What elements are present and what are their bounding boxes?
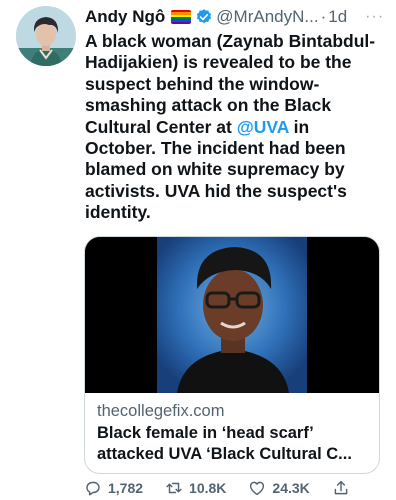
avatar[interactable] (16, 6, 76, 66)
timestamp[interactable]: 1d (328, 7, 347, 27)
card-image (85, 237, 379, 393)
verified-badge-icon (195, 8, 213, 26)
rainbow-flag-icon (171, 10, 192, 24)
more-options-icon[interactable]: ··· (365, 8, 384, 26)
retweet-button[interactable]: 10.8K (165, 479, 226, 497)
retweet-count: 10.8K (189, 480, 227, 496)
reply-count: 1,782 (108, 480, 144, 496)
tweet-header: Andy Ngô @MrAndyN... · 1d ··· (85, 6, 390, 28)
tweet-text: A black woman (Zaynab Bintabdul-Hadijaki… (85, 31, 385, 224)
share-icon (334, 480, 348, 495)
tweet: Andy Ngô @MrAndyN... · 1d ··· A black wo… (0, 0, 396, 500)
author-name[interactable]: Andy Ngô (85, 7, 165, 27)
author-handle[interactable]: @MrAndyN... (216, 7, 318, 27)
card-domain: thecollegefix.com (97, 402, 225, 420)
mention-link[interactable]: @UVA (237, 117, 289, 137)
reply-icon (86, 481, 100, 496)
heart-icon (250, 481, 265, 496)
retweet-icon (166, 482, 182, 494)
share-button[interactable] (332, 479, 356, 497)
separator-dot: · (320, 7, 327, 26)
reply-button[interactable]: 1,782 (84, 479, 143, 497)
tweet-text-part1: A black woman (Zaynab Bintabdul-Hadijaki… (85, 31, 376, 137)
card-title: Black female in ‘head scarf’ attacked UV… (97, 424, 352, 463)
link-card[interactable]: thecollegefix.com Black female in ‘head … (84, 236, 380, 474)
like-count: 24.3K (272, 480, 310, 496)
like-button[interactable]: 24.3K (248, 479, 310, 497)
action-bar: 1,782 10.8K 24.3K (84, 478, 384, 498)
